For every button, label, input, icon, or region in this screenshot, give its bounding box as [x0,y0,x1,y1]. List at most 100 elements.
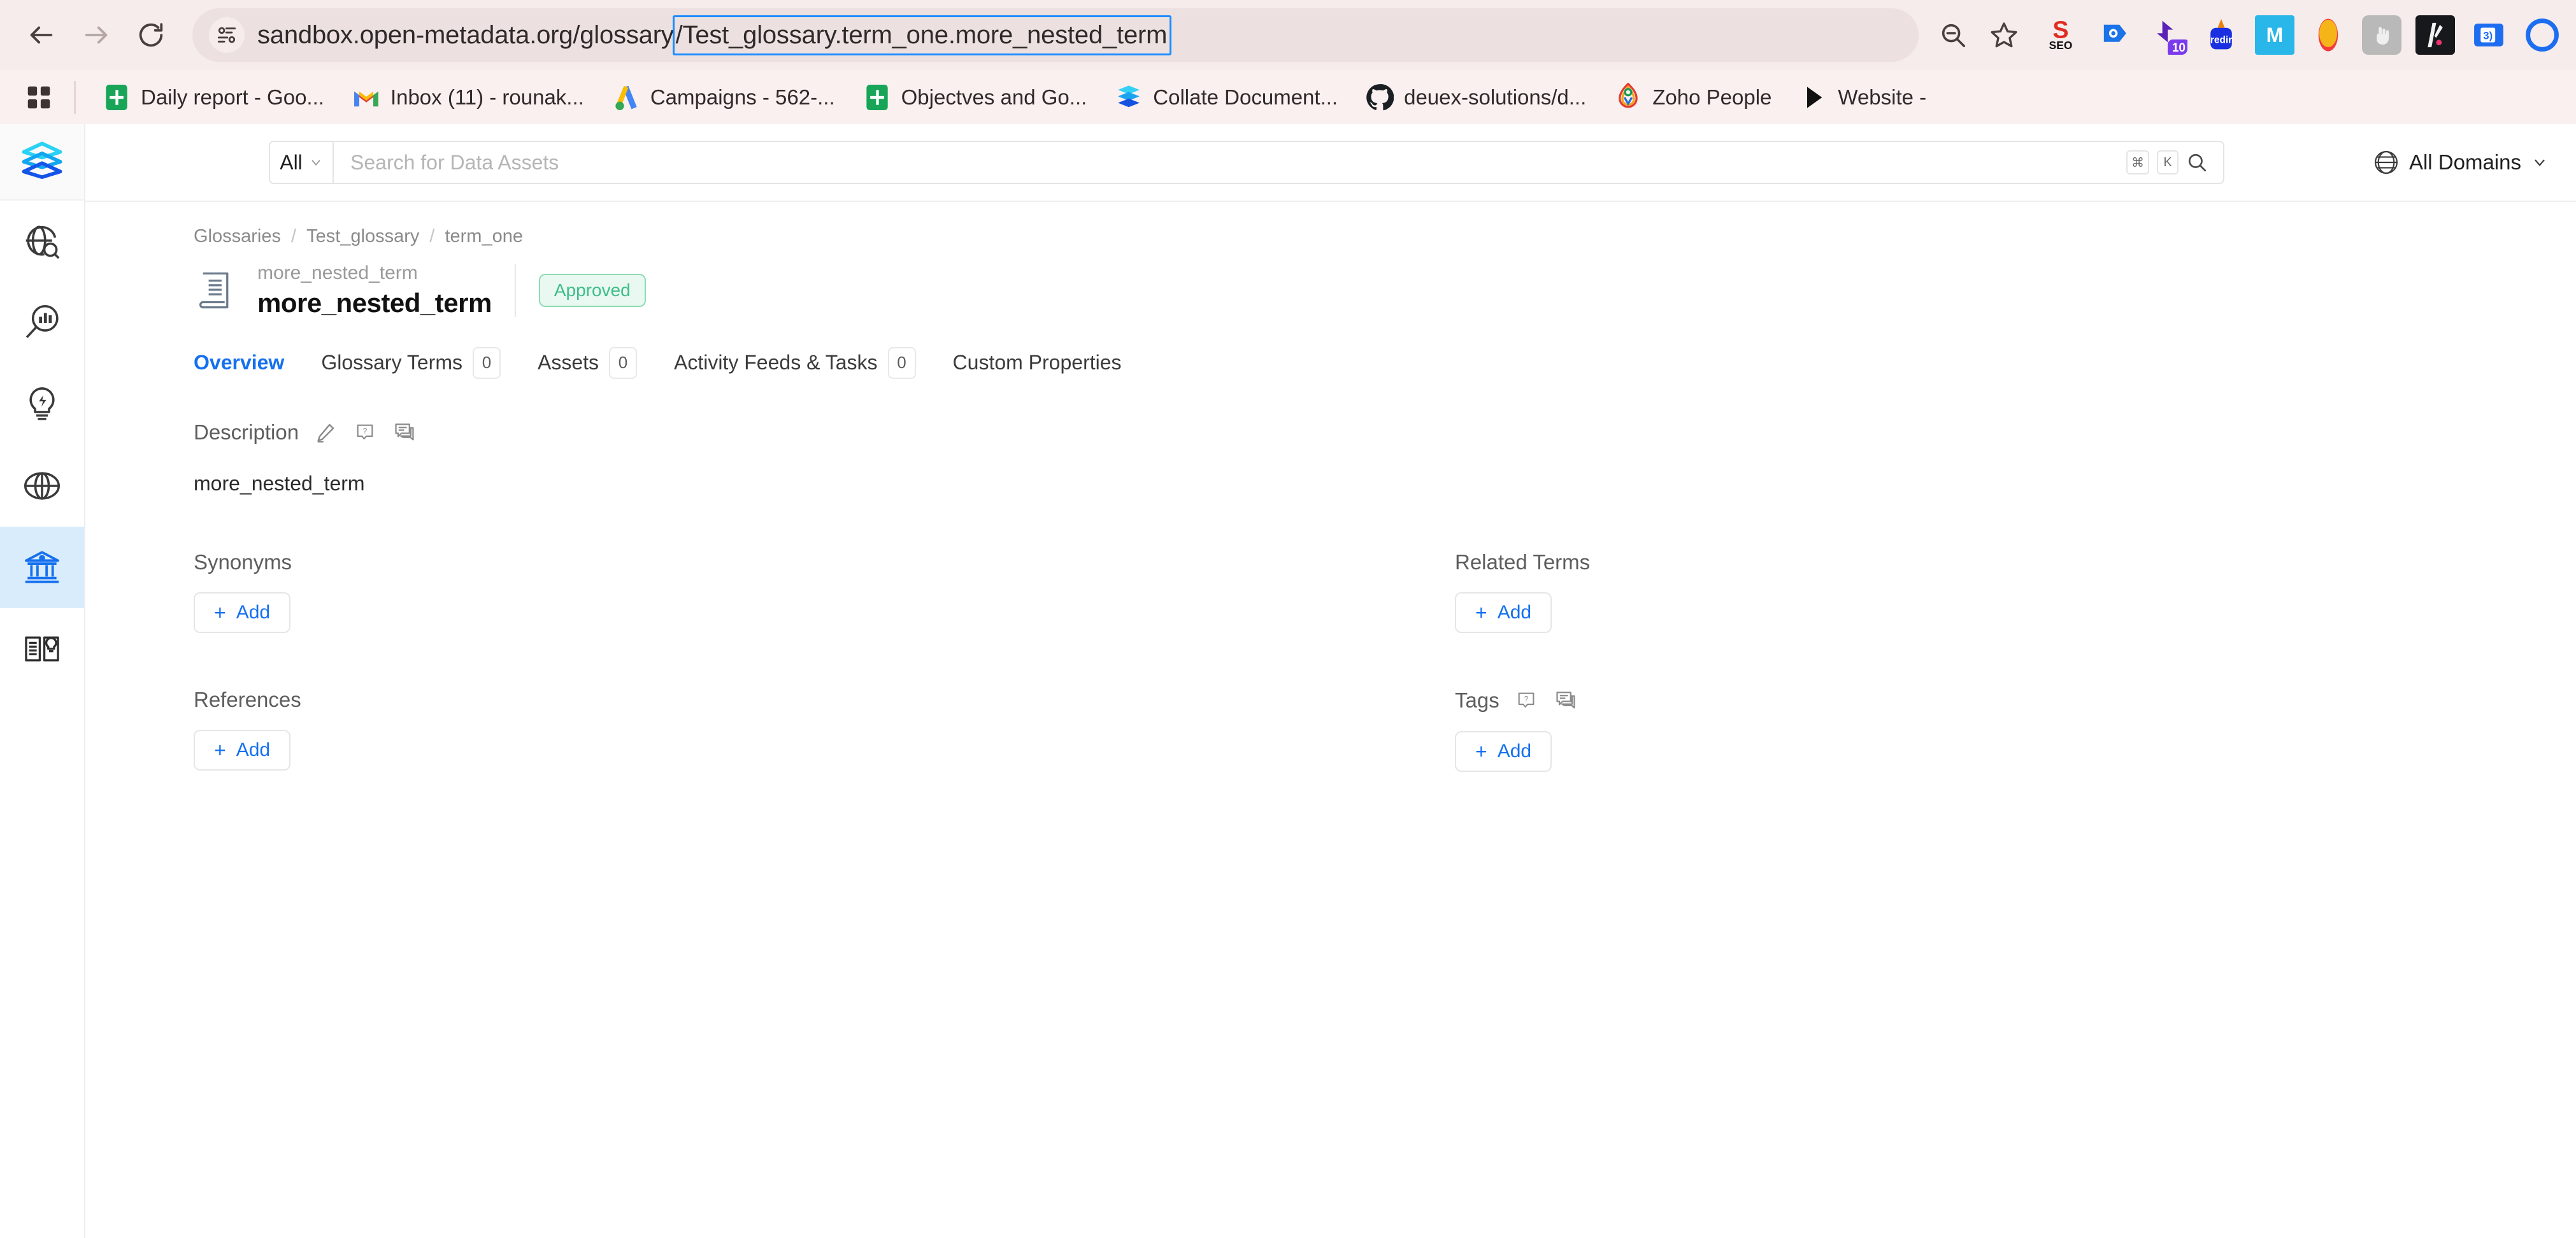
sidebar-item-explore[interactable] [0,201,84,282]
reload-button[interactable] [124,8,178,62]
search-icon[interactable] [2186,152,2208,173]
global-search-bar[interactable]: All ⌘ K [269,141,2224,184]
bookmark-zoho-people[interactable]: Zoho People [1600,75,1785,120]
plus-icon: + [214,738,226,762]
google-sheets-icon [863,83,891,111]
chevron-down-icon [311,160,320,166]
tab-count-badge: 0 [887,346,916,379]
search-scope-label: All [280,150,303,174]
back-button[interactable] [14,8,69,62]
plus-icon: + [214,601,226,624]
forward-button[interactable] [69,8,124,62]
magnifier-chart-icon [25,304,59,338]
add-label: Add [1497,740,1532,762]
url-selected-segment[interactable]: /Test_glossary.term_one.more_nested_term [672,15,1172,55]
svg-text:SEO: SEO [2049,39,2073,52]
tab-activity-feeds-tasks[interactable]: Activity Feeds & Tasks 0 [674,346,935,379]
comment-icon[interactable] [1553,688,1578,713]
bookmark-collate-docs[interactable]: Collate Document... [1101,75,1352,120]
seo-extension-icon[interactable]: S SEO [2041,15,2080,55]
bookmark-website[interactable]: Website - [1785,75,1940,120]
bookmarks-bar: Daily report - Goo... Inbox (11) - rouna… [0,70,2576,124]
edit-icon[interactable] [313,420,338,445]
url-text-wrapper[interactable]: sandbox.open-metadata.org/glossary/Test_… [257,15,1902,55]
tab-label: Activity Feeds & Tasks [674,351,878,374]
bookmark-daily-report[interactable]: Daily report - Goo... [89,75,338,120]
related-terms-title: Related Terms [1455,550,1591,574]
chevron-down-icon [2535,159,2545,166]
bookmark-campaigns[interactable]: Campaigns - 562-... [598,75,849,120]
bookmark-label: Objectves and Go... [901,85,1087,109]
dark-stripe-extension-icon[interactable] [2415,15,2455,55]
google-ads-icon [612,83,640,111]
redirector-extension-icon[interactable]: redir [2201,15,2241,55]
svg-text:?: ? [1524,694,1528,703]
description-body: more_nested_term [194,471,365,495]
url-prefix: sandbox.open-metadata.org/glossary [257,20,674,49]
blue-note-extension-icon[interactable]: 3) [2469,15,2508,55]
breadcrumb-item-test-glossary[interactable]: Test_glossary [306,226,419,247]
back-arrow-icon [30,26,53,44]
tab-assets[interactable]: Assets 0 [538,346,656,379]
description-section: Description ? more_nested_term [194,420,2468,495]
orange-circle-extension-icon[interactable] [2308,15,2348,55]
bookmark-inbox[interactable]: Inbox (11) - rounak... [338,75,598,120]
tab-custom-properties[interactable]: Custom Properties [953,351,1141,374]
openmetadata-layers-logo-icon [22,141,62,180]
purple-badge-extension-icon[interactable]: 10 [2148,15,2187,55]
bookmark-label: Inbox (11) - rounak... [390,85,584,109]
tab-count-badge: 0 [609,346,638,379]
zoom-button[interactable] [1928,10,1979,60]
breadcrumb-item-glossaries[interactable]: Glossaries [194,226,281,247]
breadcrumb-item-term-one[interactable]: term_one [445,226,523,247]
app-logo[interactable] [0,124,84,201]
add-label: Add [1497,601,1532,623]
bookmark-github-repo[interactable]: deuex-solutions/d... [1352,75,1600,120]
domain-selector[interactable]: All Domains [2373,150,2548,175]
search-scope-dropdown[interactable]: All [270,142,334,183]
add-related-term-button[interactable]: + Add [1455,592,1552,633]
tab-overview[interactable]: Overview [194,351,303,374]
address-bar[interactable]: sandbox.open-metadata.org/glossary/Test_… [192,8,1919,62]
bookmark-objectives[interactable]: Objectves and Go... [849,75,1101,120]
search-input[interactable] [350,150,2110,174]
references-section: References + Add [194,688,1455,772]
tags-section: Tags ? + Add [1455,688,2468,772]
add-label: Add [236,601,271,623]
sidebar-item-domains[interactable] [0,445,84,527]
bookmark-label: Campaigns - 562-... [650,85,835,109]
synonyms-title: Synonyms [194,550,292,574]
add-reference-button[interactable]: + Add [194,729,291,771]
bookmark-star-button[interactable] [1979,10,2029,60]
synonyms-header: Synonyms [194,550,1455,574]
page-header: more_nested_term more_nested_term Approv… [194,262,2468,319]
mailtrack-extension-icon[interactable]: M [2255,15,2294,55]
sidebar-item-govern[interactable] [0,527,84,608]
add-tag-button[interactable]: + Add [1455,730,1552,772]
sidebar-item-observability[interactable] [0,282,84,364]
status-badge[interactable]: Approved [538,274,646,308]
references-tags-row: References + Add Tags ? + Add [194,688,2468,772]
site-info-icon[interactable] [209,17,245,53]
description-header: Description ? [194,420,2468,445]
globe-icon [2374,151,2398,174]
comment-icon[interactable] [392,420,417,445]
search-input-area[interactable] [334,150,2126,174]
bookmarks-apps-button[interactable] [17,75,61,120]
tab-count-badge: 0 [472,346,501,379]
help-icon[interactable]: ? [1513,688,1539,713]
kbd-cmd: ⌘ [2126,150,2149,174]
help-icon[interactable]: ? [352,420,378,445]
plus-icon: + [1475,739,1487,763]
tags-header: Tags ? [1455,688,2468,713]
hand-cursor-extension-icon[interactable] [2362,15,2401,55]
add-synonym-button[interactable]: + Add [194,592,291,633]
breadcrumb-separator: / [291,226,297,246]
tab-glossary-terms[interactable]: Glossary Terms 0 [321,346,520,379]
sidebar-item-glossary[interactable] [0,608,84,690]
app-shell: All ⌘ K [0,124,2576,1238]
page-inner: Glossaries / Test_glossary / term_one mo… [85,226,2576,772]
tag-extension-icon[interactable] [2094,15,2134,55]
sidebar-item-insights[interactable] [0,364,84,445]
chrome-profile-icon[interactable] [2522,15,2562,55]
